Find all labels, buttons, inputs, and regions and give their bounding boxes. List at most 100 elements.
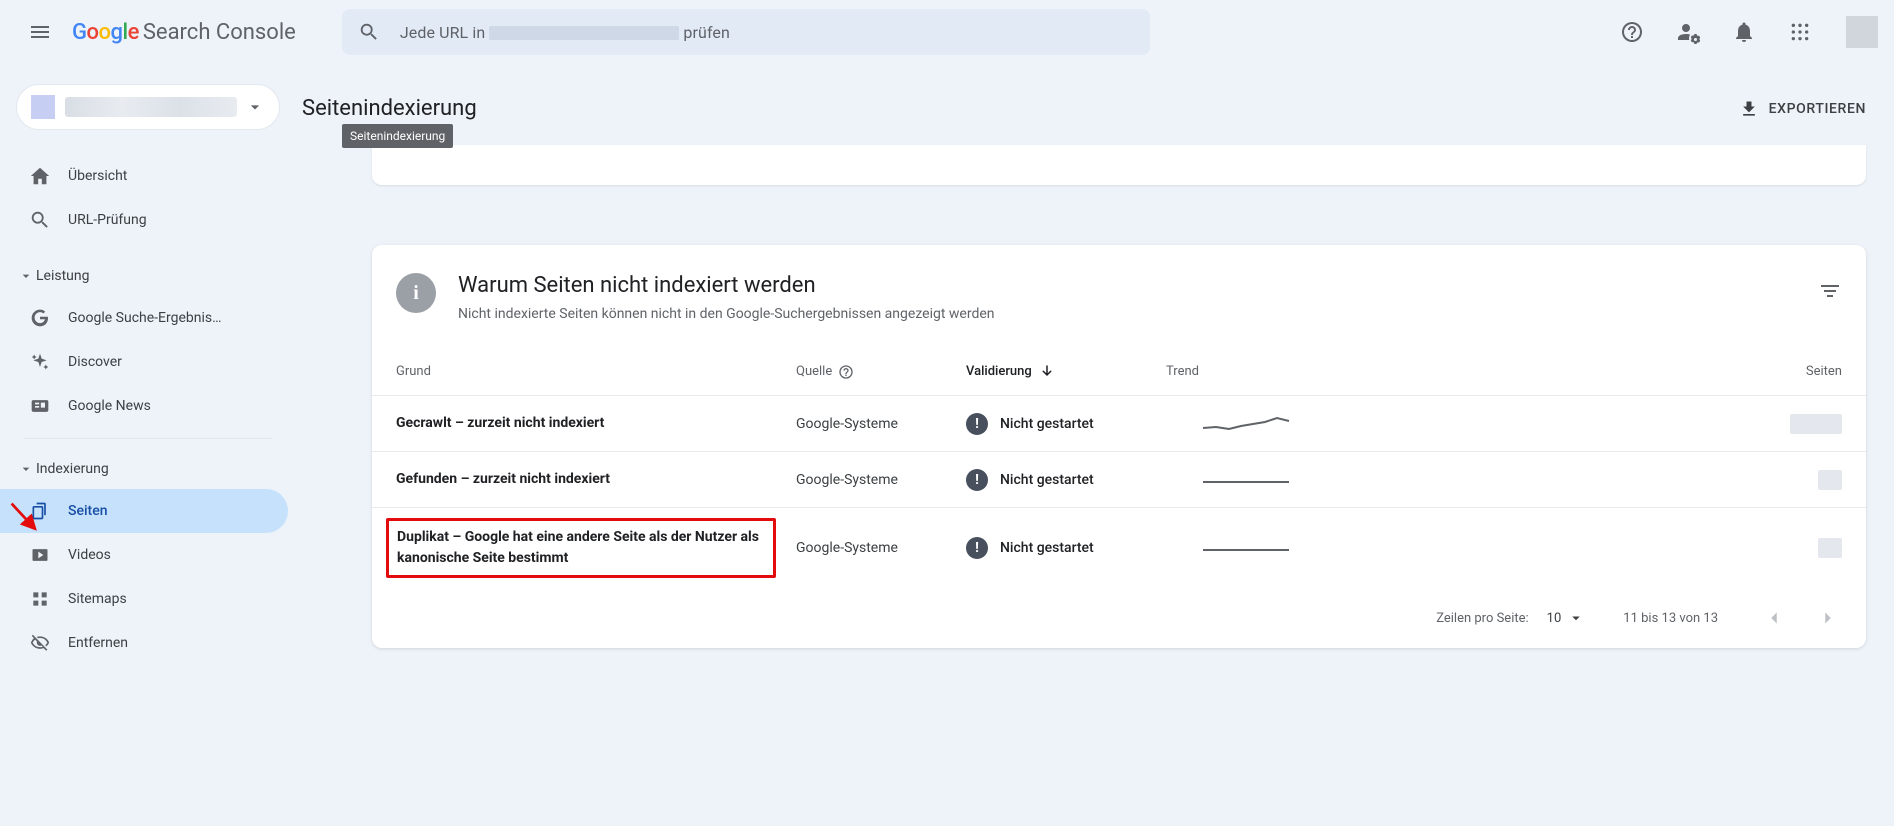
app-header: Google Search Console Jede URL in prüfen [0,0,1894,64]
download-icon [1739,99,1759,119]
table-row[interactable]: Gefunden – zurzeit nicht indexiert Googl… [372,452,1866,508]
sidebar-item-label: Videos [68,547,111,563]
product-logo[interactable]: Google Search Console [72,20,296,45]
cell-source: Google-Systeme [796,540,966,556]
sidebar-item-label: Google Suche-Ergebnis… [68,310,221,326]
cell-validation: ! Nicht gestartet [966,469,1166,491]
table-footer: Zeilen pro Seite: 10 11 bis 13 von 13 [372,588,1866,648]
help-icon [838,364,854,380]
warning-icon: ! [966,413,988,435]
column-reason[interactable]: Grund [396,364,796,379]
notifications-button[interactable] [1722,10,1766,54]
sidebar-item-removals[interactable]: Entfernen [0,621,288,665]
url-inspection-search[interactable]: Jede URL in prüfen [342,9,1150,55]
reasons-table: Grund Quelle Validierung Trend [372,342,1866,588]
warning-icon: ! [966,469,988,491]
cell-trend [1166,410,1326,438]
cell-trend [1166,466,1326,494]
filter-button[interactable] [1818,279,1842,303]
warning-icon: ! [966,537,988,559]
chevron-down-icon [245,97,265,117]
column-validation[interactable]: Validierung [966,363,1166,381]
property-selector[interactable] [16,84,280,130]
rows-per-page-label: Zeilen pro Seite: [1436,611,1528,626]
breadcrumb-tooltip: Seitenindexierung [342,124,453,148]
sidebar-item-label: Übersicht [68,168,127,184]
home-icon [28,164,52,188]
cell-pages [1326,538,1842,558]
sidebar-group-performance[interactable]: Leistung [0,256,296,296]
sidebar-item-pages[interactable]: Seiten [0,489,288,533]
previous-page-button[interactable] [1756,600,1792,636]
sidebar-item-label: Sitemaps [68,591,127,607]
sidebar-item-search-results[interactable]: Google Suche-Ergebnis… [0,296,288,340]
annotation-highlight: Duplikat – Google hat eine andere Seite … [386,518,776,578]
video-icon [28,543,52,567]
table-row[interactable]: Gecrawlt – zurzeit nicht indexiert Googl… [372,396,1866,452]
table-row[interactable]: Duplikat – Google hat eine andere Seite … [372,508,1866,588]
news-icon [28,394,52,418]
page-title: Seitenindexierung [302,96,477,121]
cell-pages [1326,470,1842,490]
sidebar-item-label: Google News [68,398,151,414]
column-trend[interactable]: Trend [1166,364,1326,379]
product-name: Search Console [143,20,296,45]
help-button[interactable] [1610,10,1654,54]
google-logo: Google [72,20,139,45]
card-title: Warum Seiten nicht indexiert werden [458,273,995,298]
export-button[interactable]: EXPORTIEREN [1739,99,1866,119]
sidebar-divider [24,438,272,439]
rows-per-page-select[interactable]: 10 [1547,609,1586,627]
google-g-icon [28,306,52,330]
sort-descending-icon [1038,363,1056,381]
summary-card-placeholder [372,145,1866,185]
sidebar-item-url-inspection[interactable]: URL-Prüfung [0,198,288,242]
google-apps-button[interactable] [1778,10,1822,54]
info-icon: i [396,273,436,313]
main-content: Seitenindexierung EXPORTIEREN Seiteninde… [296,64,1894,665]
chevron-down-icon [18,461,36,477]
chevron-down-icon [1567,609,1585,627]
property-favicon [31,95,55,119]
cell-validation: ! Nicht gestartet [966,537,1166,559]
header-actions [1610,10,1878,54]
next-page-button[interactable] [1810,600,1846,636]
sidebar: Übersicht URL-Prüfung Leistung Google Su… [0,64,296,665]
column-pages[interactable]: Seiten [1326,364,1842,379]
cell-reason: Duplikat – Google hat eine andere Seite … [396,518,796,578]
sidebar-item-videos[interactable]: Videos [0,533,288,577]
table-header: Grund Quelle Validierung Trend [372,348,1866,396]
indexing-reasons-card: i Warum Seiten nicht indexiert werden Ni… [372,245,1866,648]
pagination-range: 11 bis 13 von 13 [1623,611,1718,626]
card-subtitle: Nicht indexierte Seiten können nicht in … [458,306,995,322]
property-name-redacted [65,97,237,117]
main-menu-button[interactable] [16,8,64,56]
sidebar-group-label: Leistung [36,268,89,284]
sidebar-group-label: Indexierung [36,461,109,477]
sidebar-item-overview[interactable]: Übersicht [0,154,288,198]
account-settings-button[interactable] [1666,10,1710,54]
search-placeholder: Jede URL in prüfen [400,23,730,42]
discover-icon [28,350,52,374]
chevron-down-icon [18,268,36,284]
account-avatar[interactable] [1846,16,1878,48]
sidebar-item-discover[interactable]: Discover [0,340,288,384]
sidebar-item-label: Seiten [68,503,108,519]
cell-source: Google-Systeme [796,416,966,432]
sidebar-group-indexing[interactable]: Indexierung [0,449,296,489]
sidebar-item-google-news[interactable]: Google News [0,384,288,428]
cell-reason: Gecrawlt – zurzeit nicht indexiert [396,413,796,434]
cell-pages [1326,414,1842,434]
search-icon [358,21,380,43]
search-icon [28,208,52,232]
column-source[interactable]: Quelle [796,364,966,380]
sidebar-item-sitemaps[interactable]: Sitemaps [0,577,288,621]
sidebar-item-label: Entfernen [68,635,128,651]
sidebar-item-label: Discover [68,354,122,370]
sitemap-icon [28,587,52,611]
pages-icon [28,499,52,523]
cell-validation: ! Nicht gestartet [966,413,1166,435]
sidebar-item-label: URL-Prüfung [68,212,147,228]
cell-trend [1166,534,1326,562]
cell-source: Google-Systeme [796,472,966,488]
